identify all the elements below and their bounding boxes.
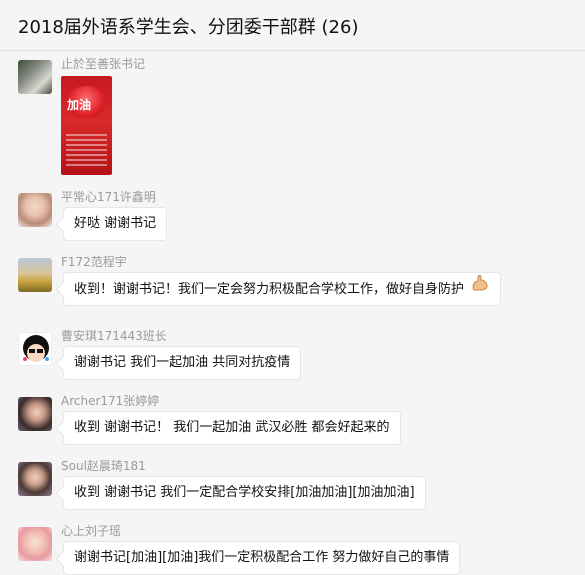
message-bubble[interactable]: 谢谢书记[加油][加油]我们一定积极配合工作 努力做好自己的事情 bbox=[63, 541, 461, 575]
message-list[interactable]: 止於至善张书记 加油 平常心171许鑫明 好哒 谢谢书记 F172范程宇 收到！… bbox=[0, 52, 585, 575]
message-item: 平常心171许鑫明 好哒 谢谢书记 bbox=[0, 185, 585, 247]
message-bubble[interactable]: 谢谢书记 我们一起加油 共同对抗疫情 bbox=[63, 346, 302, 380]
message-bubble[interactable]: 好哒 谢谢书记 bbox=[63, 207, 168, 241]
avatar[interactable] bbox=[18, 258, 52, 292]
message-bubble[interactable]: 收到 谢谢书记 我们一定配合学校安排[加油加油][加油加油] bbox=[63, 476, 426, 510]
sender-name: F172范程宇 bbox=[61, 255, 127, 269]
poster-text: 加油 bbox=[67, 98, 92, 112]
chat-title[interactable]: 2018届外语系学生会、分团委干部群 (26) bbox=[18, 13, 585, 39]
avatar[interactable] bbox=[18, 332, 52, 366]
message-item: 止於至善张书记 加油 bbox=[0, 52, 585, 182]
sender-name: Archer171张婷婷 bbox=[61, 394, 160, 408]
image-message[interactable]: 加油 bbox=[61, 76, 112, 175]
message-text: 谢谢书记[加油][加油]我们一定积极配合工作 努力做好自己的事情 bbox=[74, 550, 450, 565]
message-item: 心上刘子瑶 谢谢书记[加油][加油]我们一定积极配合工作 努力做好自己的事情 bbox=[0, 519, 585, 575]
sender-name: 曹安琪171443班长 bbox=[61, 329, 167, 343]
message-bubble[interactable]: 收到 谢谢书记！ 我们一起加油 武汉必胜 都会好起来的 bbox=[63, 411, 401, 445]
chat-header: 2018届外语系学生会、分团委干部群 (26) bbox=[0, 0, 585, 51]
message-item: Soul赵晨琦181 收到 谢谢书记 我们一定配合学校安排[加油加油][加油加油… bbox=[0, 454, 585, 516]
message-item: Archer171张婷婷 收到 谢谢书记！ 我们一起加油 武汉必胜 都会好起来的 bbox=[0, 389, 585, 451]
avatar[interactable] bbox=[18, 193, 52, 227]
message-text: 收到！谢谢书记！我们一定会努力积极配合学校工作，做好自身防护 bbox=[74, 282, 465, 297]
message-text: 收到 谢谢书记 我们一定配合学校安排[加油加油][加油加油] bbox=[74, 485, 415, 500]
avatar[interactable] bbox=[18, 462, 52, 496]
poster-body-text bbox=[66, 134, 107, 169]
avatar[interactable] bbox=[18, 60, 52, 94]
sender-name: Soul赵晨琦181 bbox=[61, 459, 146, 473]
message-text: 收到 谢谢书记！ 我们一起加油 武汉必胜 都会好起来的 bbox=[74, 420, 390, 435]
message-text: 谢谢书记 我们一起加油 共同对抗疫情 bbox=[74, 355, 291, 370]
avatar[interactable] bbox=[18, 397, 52, 431]
avatar[interactable] bbox=[18, 527, 52, 561]
sender-name: 心上刘子瑶 bbox=[61, 524, 122, 538]
sender-name: 平常心171许鑫明 bbox=[61, 190, 156, 204]
flexed-biceps-icon bbox=[470, 273, 490, 306]
message-item: F172范程宇 收到！谢谢书记！我们一定会努力积极配合学校工作，做好自身防护 bbox=[0, 250, 585, 318]
message-bubble[interactable]: 收到！谢谢书记！我们一定会努力积极配合学校工作，做好自身防护 bbox=[63, 272, 502, 306]
sender-name: 止於至善张书记 bbox=[61, 57, 146, 71]
message-text: 好哒 谢谢书记 bbox=[74, 216, 157, 231]
message-item: 曹安琪171443班长 谢谢书记 我们一起加油 共同对抗疫情 bbox=[0, 324, 585, 386]
